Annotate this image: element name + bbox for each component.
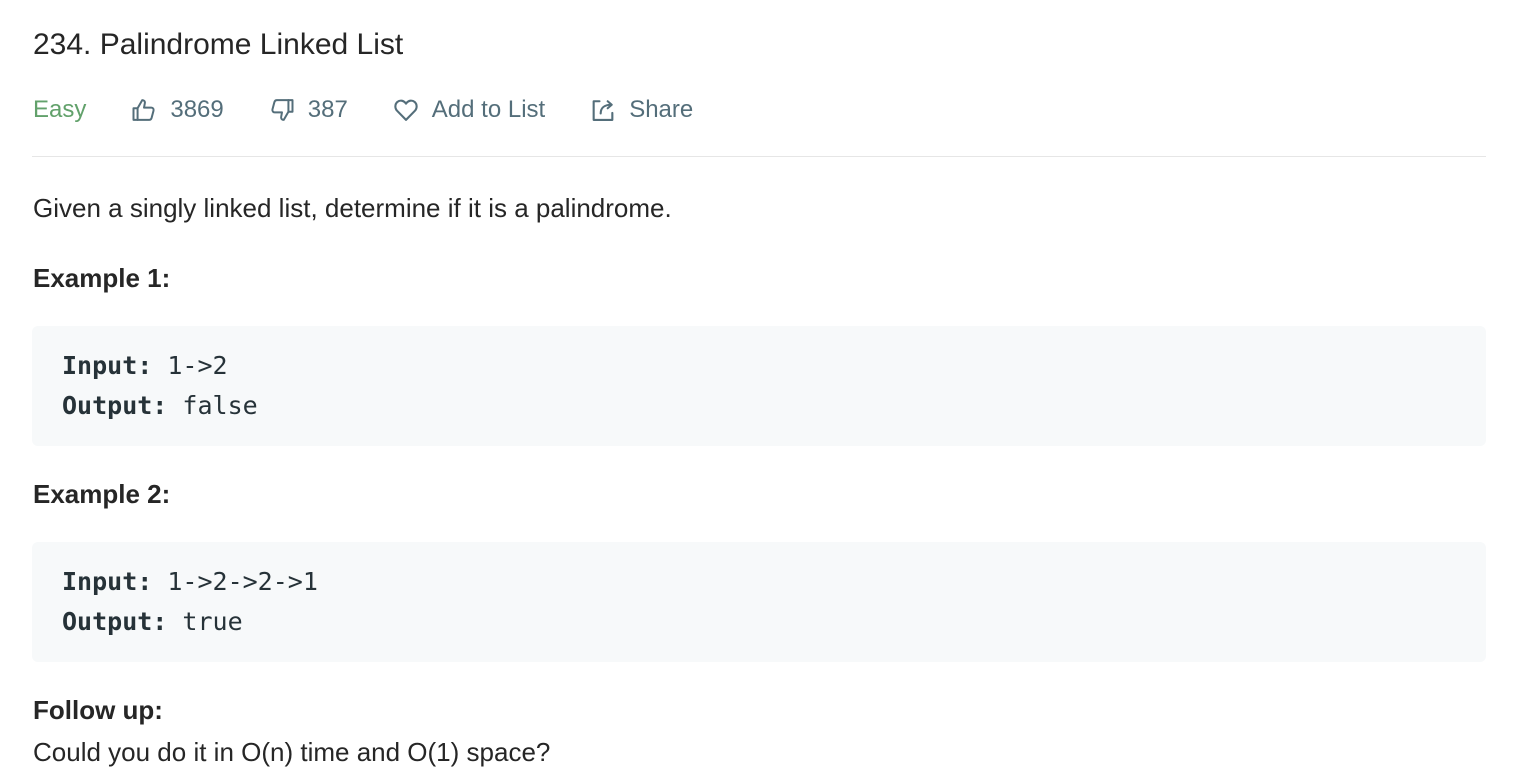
follow-up-text: Could you do it in O(n) time and O(1) sp… xyxy=(33,737,551,767)
problem-intro: Given a singly linked list, determine if… xyxy=(33,193,672,223)
output-value: false xyxy=(167,391,258,420)
example-2-heading: Example 2: xyxy=(33,479,171,509)
follow-up-heading: Follow up: xyxy=(33,695,163,725)
problem-title: 234. Palindrome Linked List xyxy=(33,28,404,61)
header-divider xyxy=(32,156,1486,157)
input-value: 1->2 xyxy=(152,351,228,380)
like-button[interactable]: 3869 xyxy=(130,96,224,124)
problem-description-panel: 234. Palindrome Linked List Easy 3869 38… xyxy=(0,0,1520,782)
dislike-count: 387 xyxy=(307,96,348,123)
example-1-codeblock: Input: 1->2 Output: false xyxy=(32,326,1486,446)
example-2-input-line: Input: 1->2->2->1 xyxy=(62,562,1456,602)
like-count: 3869 xyxy=(170,96,224,123)
output-label: Output: xyxy=(62,607,168,636)
input-value: 1->2->2->1 xyxy=(152,567,318,596)
share-label: Share xyxy=(629,96,694,123)
example-2-output-line: Output: true xyxy=(62,602,1456,642)
share-button[interactable]: Share xyxy=(589,96,693,124)
input-label: Input: xyxy=(62,351,153,380)
thumbs-up-icon xyxy=(130,96,158,124)
dislike-button[interactable]: 387 xyxy=(268,96,348,124)
input-label: Input: xyxy=(62,567,153,596)
heart-icon xyxy=(392,96,420,124)
thumbs-down-icon xyxy=(268,96,296,124)
example-1-input-line: Input: 1->2 xyxy=(62,346,1456,386)
example-1-heading: Example 1: xyxy=(33,263,171,293)
add-to-list-button[interactable]: Add to List xyxy=(392,96,545,124)
output-value: true xyxy=(167,607,243,636)
share-icon xyxy=(589,96,617,124)
difficulty-badge: Easy xyxy=(33,96,87,123)
problem-meta-bar: Easy 3869 387 Add to List Share xyxy=(33,90,737,130)
example-1-output-line: Output: false xyxy=(62,386,1456,426)
add-to-list-label: Add to List xyxy=(431,96,546,123)
output-label: Output: xyxy=(62,391,168,420)
example-2-codeblock: Input: 1->2->2->1 Output: true xyxy=(32,542,1486,662)
